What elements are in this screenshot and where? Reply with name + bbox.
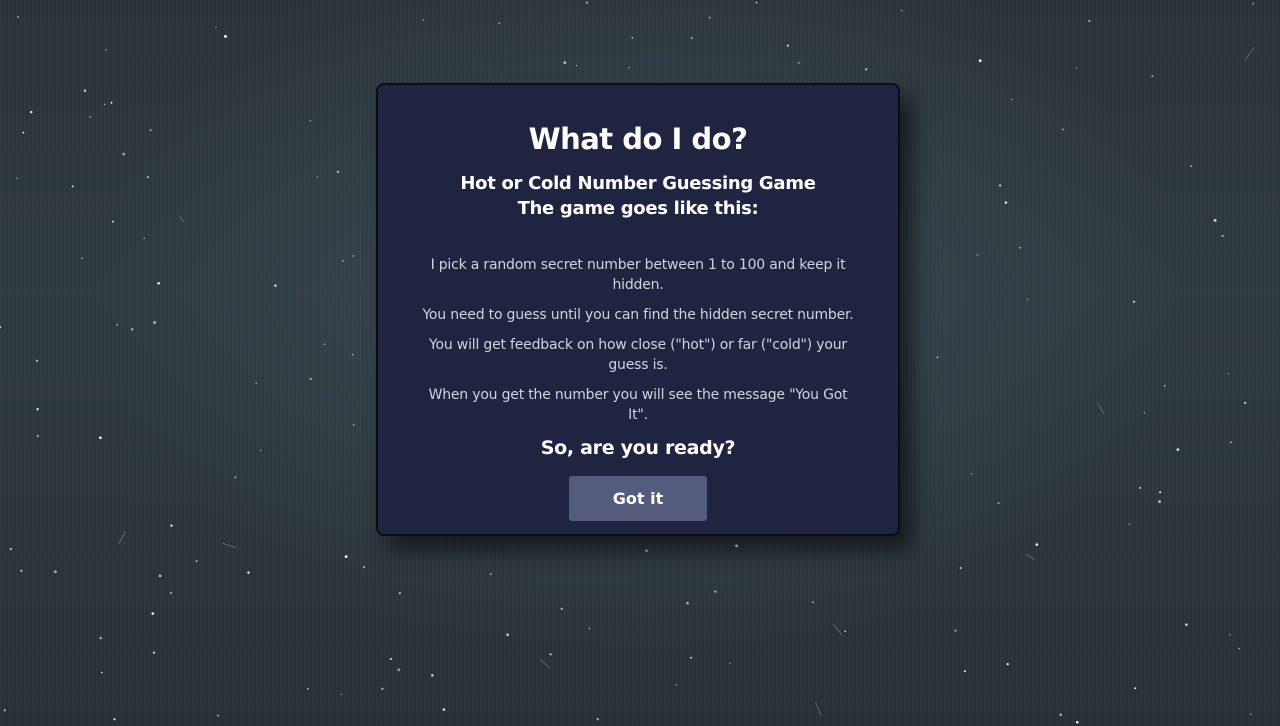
rules-list: I pick a random secret number between 1 … xyxy=(418,255,858,425)
ready-prompt: So, are you ready? xyxy=(540,437,736,459)
rule-item: I pick a random secret number between 1 … xyxy=(430,257,846,293)
rule-item: You need to guess until you can find the… xyxy=(422,307,854,323)
game-intro: The game goes like this: xyxy=(517,198,759,219)
modal-subtitle: Hot or Cold Number Guessing Game The gam… xyxy=(378,171,898,221)
rule-item: When you get the number you will see the… xyxy=(428,387,848,423)
instructions-modal: What do I do? Hot or Cold Number Guessin… xyxy=(376,83,900,536)
rule-item: You will get feedback on how close ("hot… xyxy=(429,337,847,373)
modal-title: What do I do? xyxy=(528,122,748,156)
got-it-button[interactable]: Got it xyxy=(569,476,707,521)
game-name: Hot or Cold Number Guessing Game xyxy=(460,173,816,194)
